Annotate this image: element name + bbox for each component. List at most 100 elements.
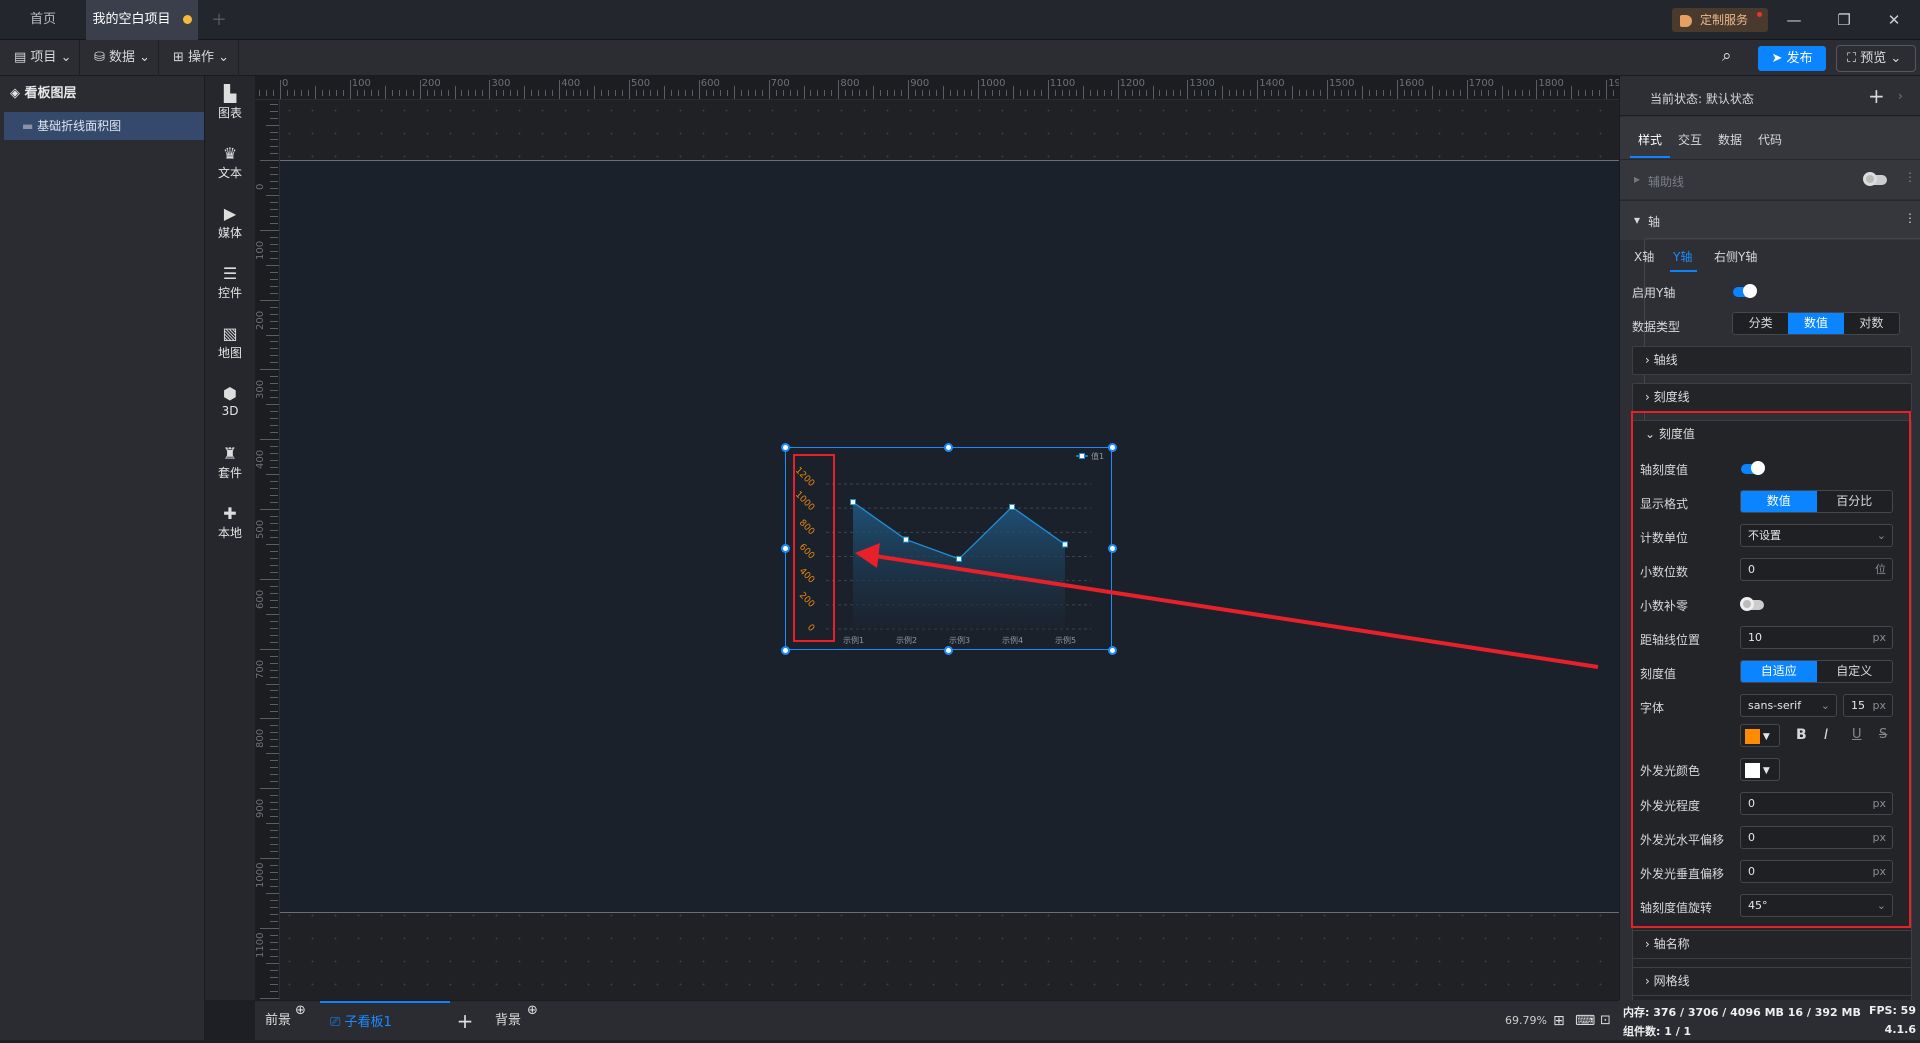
ruler-tick bbox=[270, 990, 278, 992]
current-state-label: 当前状态: 默认状态 bbox=[1650, 92, 1754, 106]
widget-crown[interactable]: ♛ 文本 bbox=[205, 144, 255, 181]
resize-handle[interactable] bbox=[1107, 442, 1117, 452]
menu-operate[interactable]: ⊞ 操作 ⌄ bbox=[159, 40, 239, 76]
axis-name-section[interactable]: › 轴名称 bbox=[1632, 930, 1912, 959]
data-type-log[interactable]: 对数 bbox=[1844, 313, 1899, 334]
ruler-tick bbox=[1299, 90, 1301, 96]
ruler-tick bbox=[270, 606, 278, 608]
search-icon[interactable]: ⌕ bbox=[1722, 46, 1732, 66]
ruler-tick bbox=[1075, 90, 1077, 96]
widget-list[interactable]: ☰ 控件 bbox=[205, 264, 255, 301]
data-point bbox=[1062, 541, 1068, 548]
resize-handle[interactable] bbox=[1107, 645, 1117, 655]
ruler-tick bbox=[1564, 90, 1566, 96]
data-point bbox=[850, 499, 856, 506]
guides-toggle[interactable] bbox=[1863, 172, 1887, 186]
ruler-tick bbox=[670, 90, 672, 96]
data-type-value[interactable]: 数值 bbox=[1788, 313, 1844, 334]
widget-bar-chart[interactable]: ▙ 图表 bbox=[205, 84, 255, 121]
panel-tab[interactable]: 代码 bbox=[1758, 131, 1782, 148]
ruler-label: 200 bbox=[255, 310, 266, 330]
ruler-tick bbox=[412, 90, 414, 96]
minimize-button[interactable]: — bbox=[1780, 8, 1808, 32]
menu-project[interactable]: ▤ 项目 ⌄ bbox=[0, 40, 80, 76]
widget-puzzle[interactable]: ✚ 本地 bbox=[205, 504, 255, 541]
caret-down-icon[interactable]: ▾ bbox=[1634, 213, 1640, 227]
panel-tab[interactable]: 数据 bbox=[1718, 131, 1742, 148]
layer-item[interactable]: ▬ 基础折线面积图 bbox=[4, 112, 204, 140]
legend-marker bbox=[1079, 453, 1085, 459]
more-icon[interactable]: ⋮ bbox=[1904, 211, 1916, 225]
background-tab[interactable]: 背景 ⊕ bbox=[485, 1001, 540, 1041]
ruler-tick bbox=[270, 871, 278, 873]
tab-home[interactable]: 首页 bbox=[0, 0, 86, 40]
axis-tab[interactable]: Y轴 bbox=[1670, 248, 1698, 272]
widget-camera[interactable]: ▶ 媒体 bbox=[205, 204, 255, 241]
resize-handle[interactable] bbox=[944, 645, 953, 655]
ruler-tick bbox=[782, 90, 784, 96]
add-circle-icon[interactable]: ⊕ bbox=[295, 991, 306, 1031]
ruler-tick bbox=[531, 90, 533, 96]
fit-screen-icon[interactable]: ⊞ bbox=[1553, 1001, 1565, 1041]
ruler-tick bbox=[270, 837, 278, 839]
ruler-horizontal[interactable]: 0 100 200 300 400 500 600 700 800 900 1000 1100 1200… bbox=[255, 76, 1619, 100]
publish-button[interactable]: ➤ 发布 bbox=[1758, 46, 1826, 71]
ruler-label: 600 bbox=[255, 589, 266, 609]
tick-line-section[interactable]: › 刻度线 bbox=[1632, 383, 1912, 412]
ruler-tick bbox=[740, 90, 742, 96]
add-tab-button[interactable]: + bbox=[206, 0, 232, 40]
ruler-label: 500 bbox=[255, 519, 266, 539]
add-state-button[interactable]: + bbox=[1868, 84, 1885, 108]
preview-button[interactable]: ⛶ 预览 ⌄ bbox=[1836, 45, 1916, 72]
ruler-tick bbox=[1313, 90, 1315, 96]
widget-shirt[interactable]: ♜ 套件 bbox=[205, 444, 255, 481]
menu-data-label: 数据 bbox=[109, 50, 136, 65]
ruler-tick bbox=[880, 90, 882, 96]
axis-tab[interactable]: 右侧Y轴 bbox=[1714, 248, 1757, 265]
chevron-right-icon[interactable]: › bbox=[1898, 89, 1903, 103]
tab-project[interactable]: 我的空白项目 bbox=[86, 0, 198, 40]
ruler-vertical[interactable]: 0 100 200 300 400 500 600 700 800 900 1000 1100 bbox=[255, 100, 280, 1000]
ruler-tick bbox=[1243, 90, 1245, 96]
menu-data[interactable]: ⛁ 数据 ⌄ bbox=[80, 40, 159, 76]
more-icon[interactable]: ⋮ bbox=[1904, 170, 1916, 184]
panel-tab[interactable]: 样式 bbox=[1630, 131, 1671, 158]
axis-line-section[interactable]: › 轴线 bbox=[1632, 346, 1912, 375]
ruler-tick bbox=[1019, 90, 1021, 96]
ruler-tick bbox=[270, 215, 278, 217]
data-type-category[interactable]: 分类 bbox=[1733, 313, 1788, 334]
enable-y-toggle[interactable] bbox=[1733, 284, 1757, 298]
ruler-tick bbox=[538, 90, 540, 96]
custom-service-button[interactable]: 定制服务 bbox=[1672, 8, 1768, 32]
restore-button[interactable]: ❐ bbox=[1830, 8, 1858, 32]
panel-tab[interactable]: 交互 bbox=[1678, 131, 1702, 148]
keyboard-icon[interactable]: ⌨ bbox=[1575, 1001, 1595, 1041]
ruler-tick bbox=[1459, 90, 1461, 96]
ruler-tick bbox=[377, 90, 379, 96]
caret-right-icon[interactable]: ▸ bbox=[1634, 172, 1640, 186]
subboard-tab[interactable]: ⎚ 子看板1 bbox=[320, 1001, 450, 1041]
resize-handle[interactable] bbox=[780, 544, 790, 553]
notification-dot bbox=[1757, 12, 1762, 17]
data-type-segmented[interactable]: 分类 数值 对数 bbox=[1732, 312, 1900, 335]
resize-handle[interactable] bbox=[944, 442, 953, 452]
widget-bar: ▙ 图表 ♛ 文本 ▶ 媒体 ☰ 控件 ▧ 地图 ⬢ 3D ♜ 套件 ✚ 本地 bbox=[205, 76, 255, 1000]
resize-handle[interactable] bbox=[1107, 544, 1117, 553]
grid-line-section[interactable]: › 网格线 bbox=[1632, 967, 1912, 996]
resize-handle[interactable] bbox=[780, 442, 790, 452]
add-board-button[interactable]: + bbox=[450, 1001, 480, 1041]
properties-panel: 当前状态: 默认状态 + › 样式 交互 数据 代码 ▸ 辅助线 ⋮ ▾ 轴 ⋮ X轴… bbox=[1619, 76, 1920, 1000]
foreground-tab[interactable]: 前景 ⊕ bbox=[265, 1001, 320, 1041]
ruler-tick bbox=[363, 90, 365, 96]
widget-map[interactable]: ▧ 地图 bbox=[205, 324, 255, 361]
ruler-tick bbox=[775, 90, 777, 96]
ruler-tick bbox=[270, 397, 278, 399]
add-circle-icon[interactable]: ⊕ bbox=[527, 991, 538, 1031]
ruler-tick bbox=[270, 711, 278, 713]
close-button[interactable]: ✕ bbox=[1880, 8, 1908, 32]
widget-cube[interactable]: ⬢ 3D bbox=[205, 384, 255, 418]
resize-handle[interactable] bbox=[780, 645, 790, 655]
ruler-tick bbox=[270, 139, 278, 141]
terminal-icon[interactable]: ⊡ bbox=[1600, 1001, 1611, 1041]
axis-tab[interactable]: X轴 bbox=[1634, 248, 1654, 265]
